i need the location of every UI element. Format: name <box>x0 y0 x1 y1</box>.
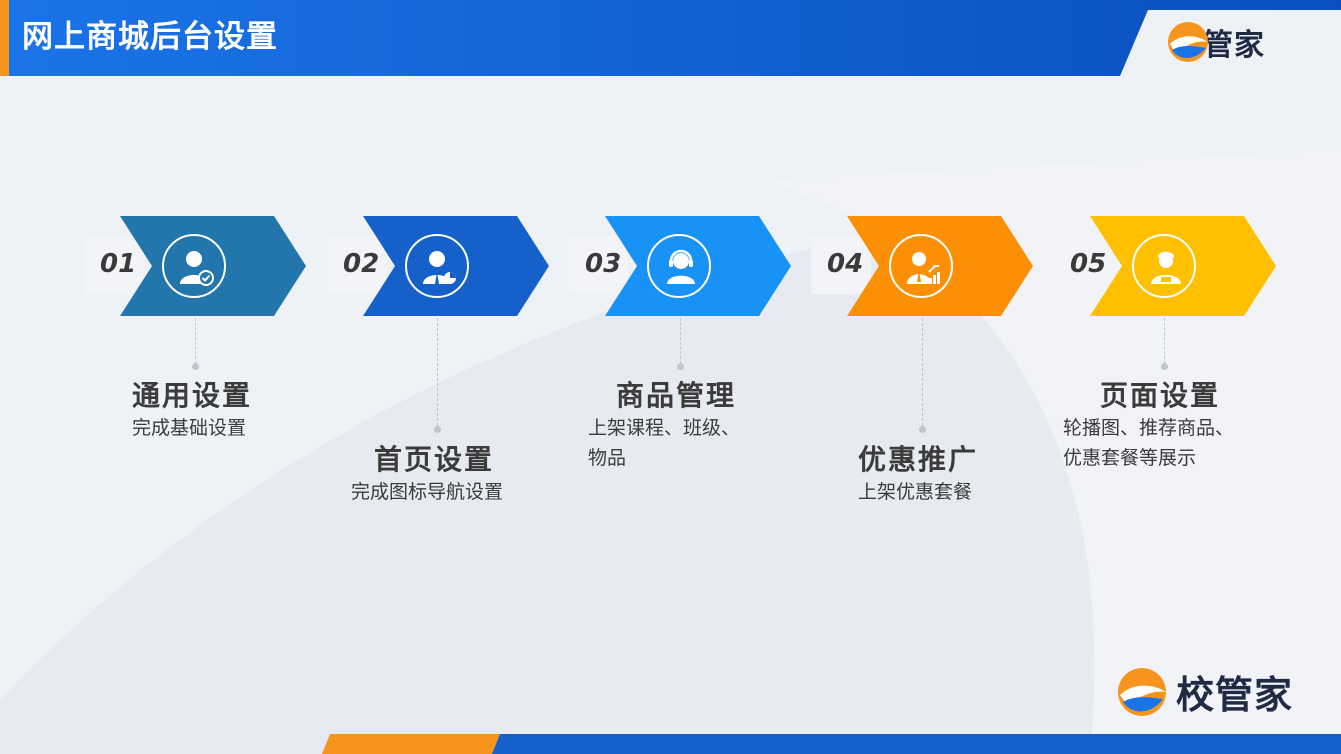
step-description-line: 轮播图、推荐商品、 <box>1063 417 1235 439</box>
brand-logo-header: 校管家 <box>1166 20 1265 64</box>
step-4: 04 <box>811 216 1041 316</box>
brand-name: 校管家 <box>1176 673 1294 717</box>
user-growth-icon <box>889 234 953 298</box>
connector-dot <box>434 426 441 433</box>
step-description-line: 完成图标导航设置 <box>351 481 504 503</box>
step-2: 02 <box>327 216 557 316</box>
step-description: 轮播图、推荐商品、 优惠套餐等展示 <box>1063 413 1234 473</box>
step-connector <box>922 318 923 426</box>
step-description-line: 优惠套餐等展示 <box>1063 447 1197 469</box>
step-number: 03 <box>585 249 622 279</box>
step-description: 完成图标导航设置 <box>351 477 503 507</box>
brand-logo-icon <box>1168 22 1208 62</box>
footer-bar <box>322 734 1341 754</box>
brand-logo-icon <box>1118 667 1166 716</box>
step-number: 05 <box>1070 249 1107 279</box>
step-description-line: 上架优惠套餐 <box>858 481 973 503</box>
connector-dot <box>192 363 199 370</box>
step-3: 03 <box>569 216 799 316</box>
step-description: 上架优惠套餐 <box>858 477 972 507</box>
user-chart-icon <box>405 234 469 298</box>
step-number: 04 <box>827 249 864 279</box>
step-description: 上架课程、班级、 物品 <box>588 413 740 473</box>
connector-dot <box>1161 363 1168 370</box>
step-description-line: 物品 <box>588 447 627 469</box>
brand-logo-footer: 校管家 <box>1116 664 1293 719</box>
user-badge-icon <box>1132 234 1196 298</box>
step-title: 通用设置 <box>132 379 253 412</box>
step-connector <box>195 318 196 364</box>
step-number: 01 <box>100 249 137 279</box>
step-connector <box>1164 318 1165 364</box>
step-1: 01 <box>84 216 314 316</box>
page-title: 网上商城后台设置 <box>22 19 278 55</box>
step-title: 优惠推广 <box>858 443 979 476</box>
connector-dot <box>677 363 684 370</box>
user-check-icon <box>162 234 226 298</box>
step-title: 页面设置 <box>1100 379 1221 412</box>
header-bar: 网上商城后台设置 校管家 <box>0 0 1341 76</box>
step-description-line: 上架课程、班级、 <box>588 417 741 439</box>
step-description-line: 完成基础设置 <box>132 417 247 439</box>
connector-dot <box>919 426 926 433</box>
step-connector <box>680 318 681 364</box>
step-title: 首页设置 <box>374 443 495 476</box>
headset-user-icon <box>647 234 711 298</box>
step-connector <box>437 318 438 426</box>
step-title: 商品管理 <box>616 379 737 412</box>
step-number: 02 <box>343 249 380 279</box>
step-description: 完成基础设置 <box>132 413 246 443</box>
step-5: 05 <box>1054 216 1284 316</box>
